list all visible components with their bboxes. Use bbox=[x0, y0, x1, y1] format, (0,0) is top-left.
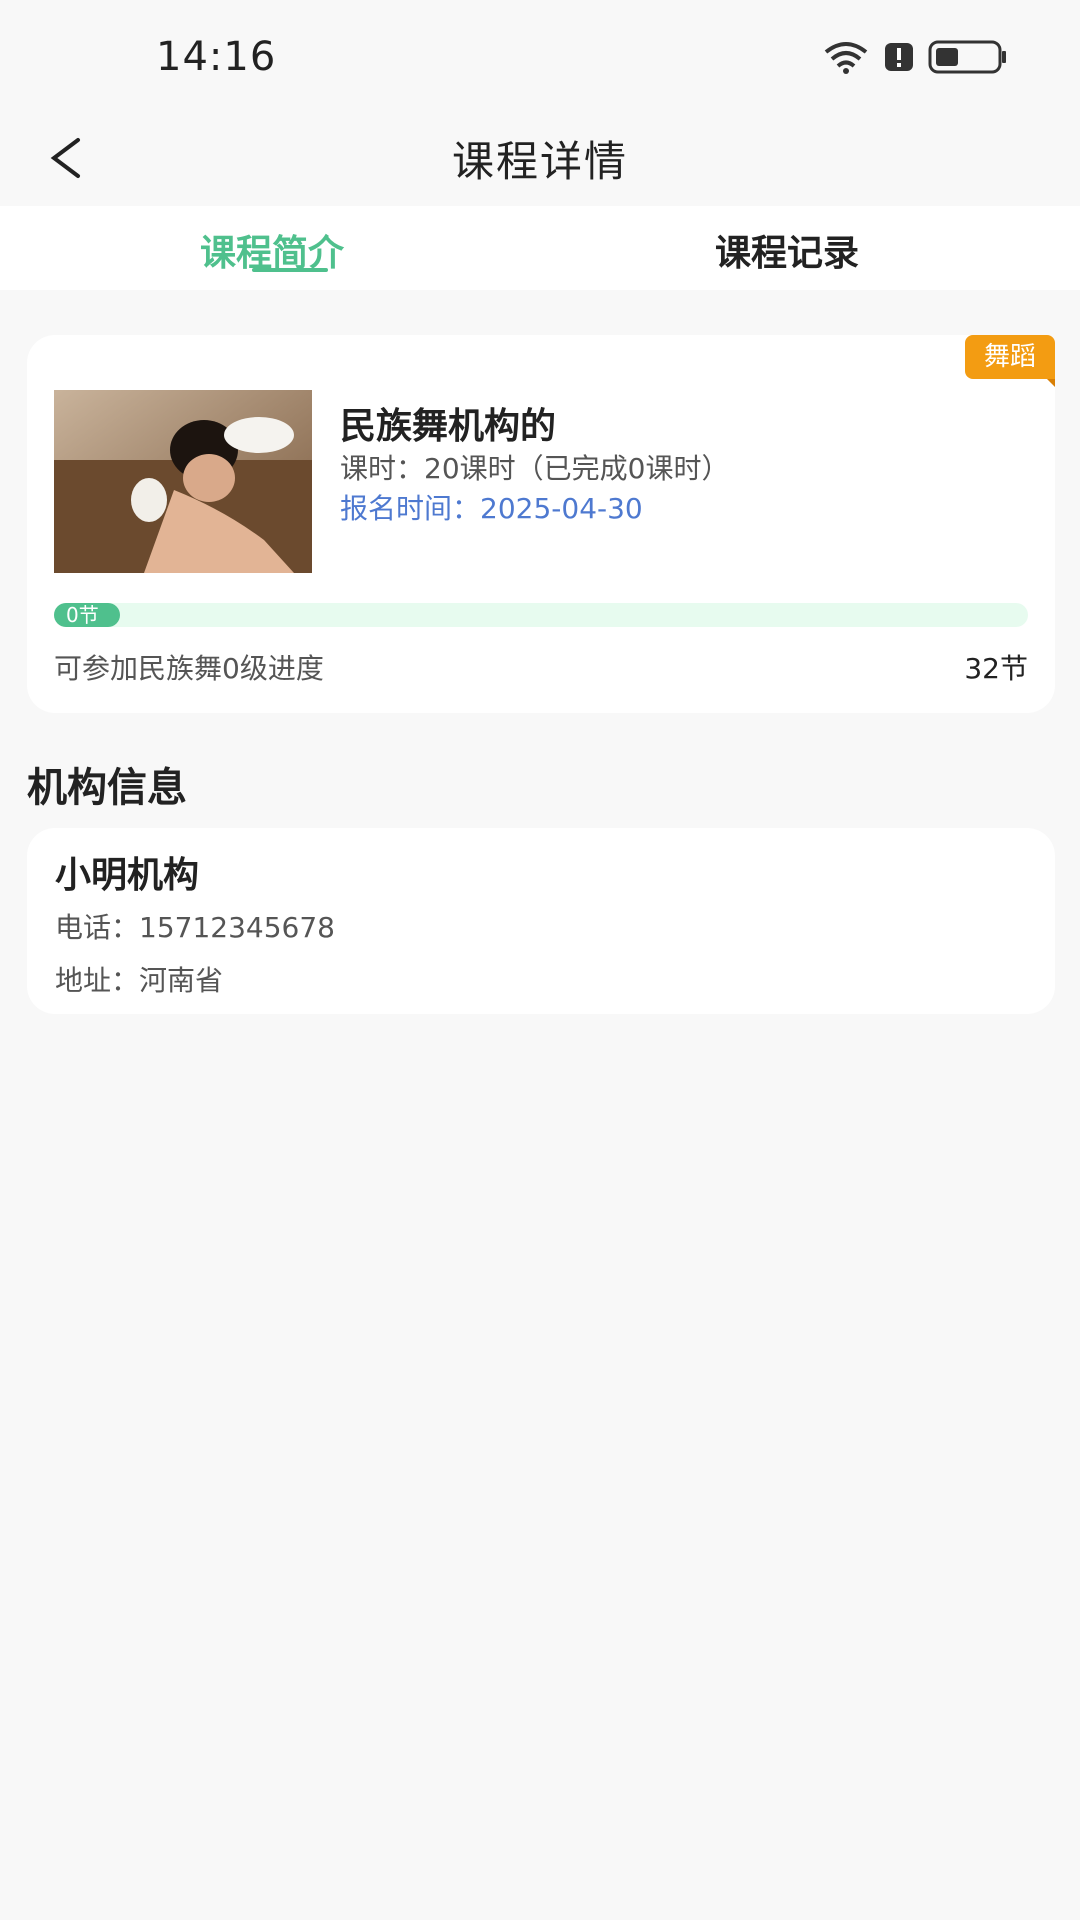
address-value: 河南省 bbox=[139, 964, 224, 997]
enroll-time: 报名时间：2025-04-30 bbox=[340, 487, 643, 527]
nav-bar: 课程详情 bbox=[0, 110, 1080, 206]
wifi-icon bbox=[824, 42, 868, 74]
phone-label: 电话： bbox=[55, 911, 140, 944]
org-phone[interactable]: 电话：15712345678 bbox=[55, 906, 335, 946]
progress-current-label: 0节 bbox=[66, 603, 99, 627]
category-tag: 舞蹈 bbox=[965, 335, 1055, 387]
org-section-title: 机构信息 bbox=[27, 765, 187, 811]
org-address: 地址：河南省 bbox=[55, 959, 223, 999]
org-card: 小明机构 电话：15712345678 地址：河南省 bbox=[27, 828, 1055, 1014]
status-bar: 14:16 bbox=[0, 0, 1080, 110]
tab-course-records[interactable]: 课程记录 bbox=[715, 224, 859, 276]
address-label: 地址： bbox=[55, 964, 140, 997]
progress-description: 可参加民族舞0级进度 bbox=[54, 652, 324, 685]
status-time: 14:16 bbox=[156, 34, 277, 80]
org-name: 小明机构 bbox=[55, 855, 200, 896]
progress-fill: 0节 bbox=[54, 603, 120, 627]
enroll-date: 2025-04-30 bbox=[480, 492, 643, 525]
tab-active-indicator bbox=[252, 268, 328, 272]
progress-total-label: 32节 bbox=[964, 652, 1028, 685]
enroll-label: 报名时间： bbox=[340, 492, 481, 525]
alert-icon bbox=[885, 43, 913, 71]
progress-bar: 0节 bbox=[54, 603, 1028, 627]
course-name: 民族舞机构的 bbox=[340, 406, 557, 447]
course-thumbnail bbox=[54, 390, 312, 573]
phone-value: 15712345678 bbox=[139, 911, 335, 944]
page-title: 课程详情 bbox=[451, 137, 628, 186]
course-hours: 课时：20课时（已完成0课时） bbox=[340, 452, 730, 485]
battery-icon bbox=[928, 40, 1006, 74]
course-card[interactable]: 舞蹈 民族舞机构的 课时：20课时（已完成0课时） 报名时间：2025-04-3… bbox=[27, 335, 1055, 713]
tab-bar: 课程简介 课程记录 bbox=[0, 206, 1080, 290]
status-icons bbox=[822, 40, 1008, 74]
